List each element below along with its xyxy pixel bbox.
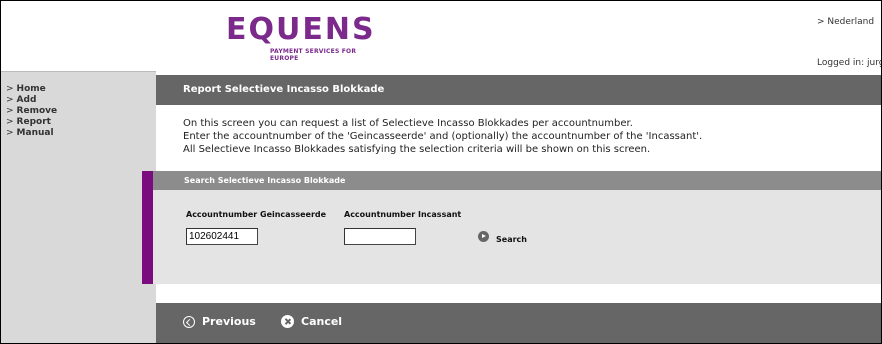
arrow-right-icon [478, 231, 489, 242]
chevron-right-icon: > [6, 128, 14, 138]
chevron-right-icon: > [6, 84, 14, 94]
logo-wordmark: EQUENS [226, 12, 376, 47]
cancel-button[interactable]: Cancel [281, 315, 342, 328]
sidebar-item-home[interactable]: > Home [6, 84, 156, 95]
description-line: On this screen you can request a list of… [183, 118, 633, 129]
incassant-label: Accountnumber Incassant [344, 210, 462, 219]
chevron-left-icon [183, 315, 195, 328]
sidebar-nav: > Home > Add > Remove > Report > Manual [1, 72, 156, 139]
sidebar-item-remove[interactable]: > Remove [6, 106, 156, 117]
incassant-input[interactable] [344, 228, 416, 245]
page-frame: EQUENS PAYMENT SERVICES FOR EUROPE > Ned… [0, 0, 882, 344]
sidebar-item-label: Add [16, 95, 37, 105]
search-button-label: Search [496, 235, 527, 244]
previous-button[interactable]: Previous [183, 315, 256, 328]
logged-in-user: Logged in: jurg [817, 58, 882, 68]
cancel-button-label: Cancel [301, 315, 343, 328]
logo-tagline: PAYMENT SERVICES FOR EUROPE [270, 48, 357, 62]
page-description: On this screen you can request a list of… [183, 117, 702, 156]
chevron-right-icon: > [6, 117, 14, 127]
previous-button-label: Previous [202, 315, 256, 328]
sidebar-item-label: Home [16, 84, 46, 94]
country-link[interactable]: > Nederland [817, 17, 874, 27]
header: EQUENS PAYMENT SERVICES FOR EUROPE > Ned… [1, 1, 881, 71]
sidebar-item-label: Report [16, 117, 51, 127]
geincasseerde-input[interactable] [186, 228, 258, 245]
description-line: Enter the accountnumber of the 'Geincass… [183, 131, 703, 142]
close-icon [281, 315, 294, 328]
sidebar-item-manual[interactable]: > Manual [6, 128, 156, 139]
equens-logo: EQUENS PAYMENT SERVICES FOR EUROPE [226, 12, 386, 63]
sidebar: > Home > Add > Remove > Report > Manual [1, 71, 156, 343]
sidebar-item-add[interactable]: > Add [6, 95, 156, 106]
search-panel: Search Selectieve Incasso Blokkade Accou… [153, 171, 881, 284]
sidebar-item-report[interactable]: > Report [6, 117, 156, 128]
sidebar-item-label: Remove [16, 106, 58, 116]
footer-bar: Previous Cancel [156, 303, 881, 343]
description-line: All Selectieve Incasso Blokkades satisfy… [183, 144, 651, 155]
chevron-right-icon: > [6, 95, 14, 105]
panel-accent-bar [142, 171, 153, 284]
geincasseerde-label: Accountnumber Geincasseerde [186, 210, 327, 219]
search-button[interactable]: Search [478, 229, 527, 244]
sidebar-item-label: Manual [16, 128, 54, 138]
page-title: Report Selectieve Incasso Blokkade [156, 75, 881, 105]
chevron-right-icon: > [6, 106, 14, 116]
search-panel-heading: Search Selectieve Incasso Blokkade [153, 171, 881, 190]
